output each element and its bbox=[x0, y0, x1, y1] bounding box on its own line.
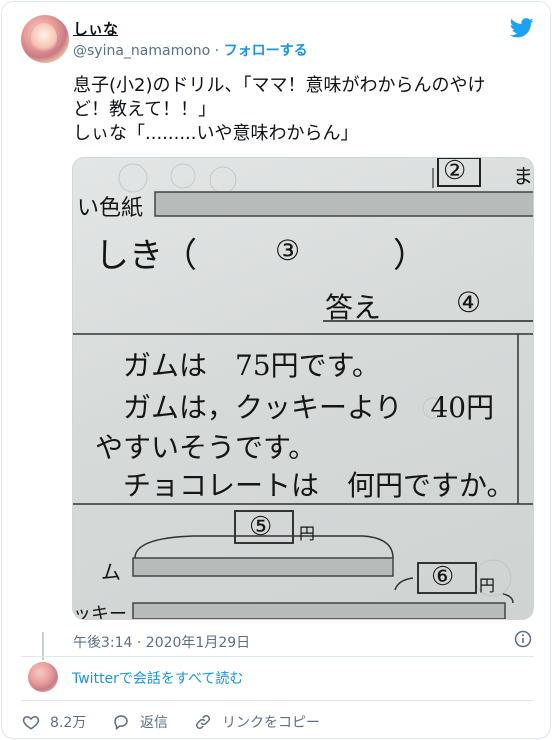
divider-bottom bbox=[21, 700, 534, 701]
link-icon bbox=[195, 714, 211, 730]
label-num3: ③ bbox=[275, 234, 301, 267]
label-ma: ま bbox=[513, 164, 533, 188]
display-name[interactable]: しぃな bbox=[73, 18, 118, 39]
tweet-line-2: ど！教えて！！」 bbox=[73, 99, 217, 120]
reply-button[interactable]: 返信 bbox=[112, 712, 168, 732]
label-num4: ④ bbox=[456, 286, 482, 319]
conversation-avatar[interactable] bbox=[28, 662, 58, 692]
tweet-photo[interactable]: ② ま い色紙 しき（ ③ ） 答え ④ ガムは 75円です。 ガムは，クッキー… bbox=[72, 157, 534, 620]
question-line-1: ガムは 75円です。 bbox=[123, 349, 380, 382]
label-en1: 円 bbox=[299, 524, 316, 543]
info-icon[interactable] bbox=[514, 630, 532, 648]
divider-top bbox=[21, 656, 534, 657]
label-num2: ② bbox=[443, 157, 467, 186]
handle-row: @syina_namamono · フォローする bbox=[73, 40, 308, 60]
label-num5: ⑤ bbox=[249, 512, 273, 542]
label-iro-gami: い色紙 bbox=[77, 196, 144, 221]
question-line-3: やすいそうです。 bbox=[95, 431, 317, 464]
label-mu: ム bbox=[101, 560, 121, 584]
user-handle[interactable]: @syina_namamono bbox=[73, 43, 210, 59]
label-shiki-close: ） bbox=[393, 236, 427, 276]
copy-link-button[interactable]: リンクをコピー bbox=[194, 712, 320, 732]
avatar[interactable] bbox=[21, 15, 69, 63]
label-kukki: ッキー bbox=[73, 604, 127, 620]
label-en2: 円 bbox=[479, 576, 496, 595]
reply-icon bbox=[114, 715, 128, 730]
label-shiki-open: しき（ bbox=[95, 236, 197, 276]
tweet-card: しぃな @syina_namamono · フォローする 息子(小2)のドリル、… bbox=[1, 1, 551, 739]
tweet-line-1: 息子(小2)のドリル、「ママ！意味がわからんのやけ bbox=[73, 75, 486, 96]
twitter-bird-icon[interactable] bbox=[510, 18, 534, 38]
like-button[interactable]: 8.2万 bbox=[22, 712, 86, 732]
label-kotae: 答え bbox=[325, 291, 382, 324]
heart-icon bbox=[22, 715, 40, 730]
tweet-timestamp[interactable]: 午後3:14 · 2020年1月29日 bbox=[73, 632, 250, 652]
follow-button[interactable]: フォローする bbox=[224, 43, 308, 59]
tweet-line-3: しぃな「.........いや意味わからん」 bbox=[73, 123, 359, 144]
read-conversation-link[interactable]: Twitterで会話をすべて読む bbox=[72, 668, 243, 688]
handle-separator: · bbox=[210, 43, 224, 59]
question-line-2: ガムは，クッキーより 40円 bbox=[123, 391, 495, 424]
tweet-text: 息子(小2)のドリル、「ママ！意味がわからんのやけ ど！教えて！！」 しぃな「.… bbox=[73, 74, 538, 146]
reply-label: 返信 bbox=[140, 715, 168, 731]
label-num6: ⑥ bbox=[431, 562, 455, 592]
like-count: 8.2万 bbox=[50, 715, 87, 731]
copy-link-label: リンクをコピー bbox=[222, 715, 320, 731]
question-line-4: チョコレートは 何円ですか。 bbox=[123, 469, 515, 502]
